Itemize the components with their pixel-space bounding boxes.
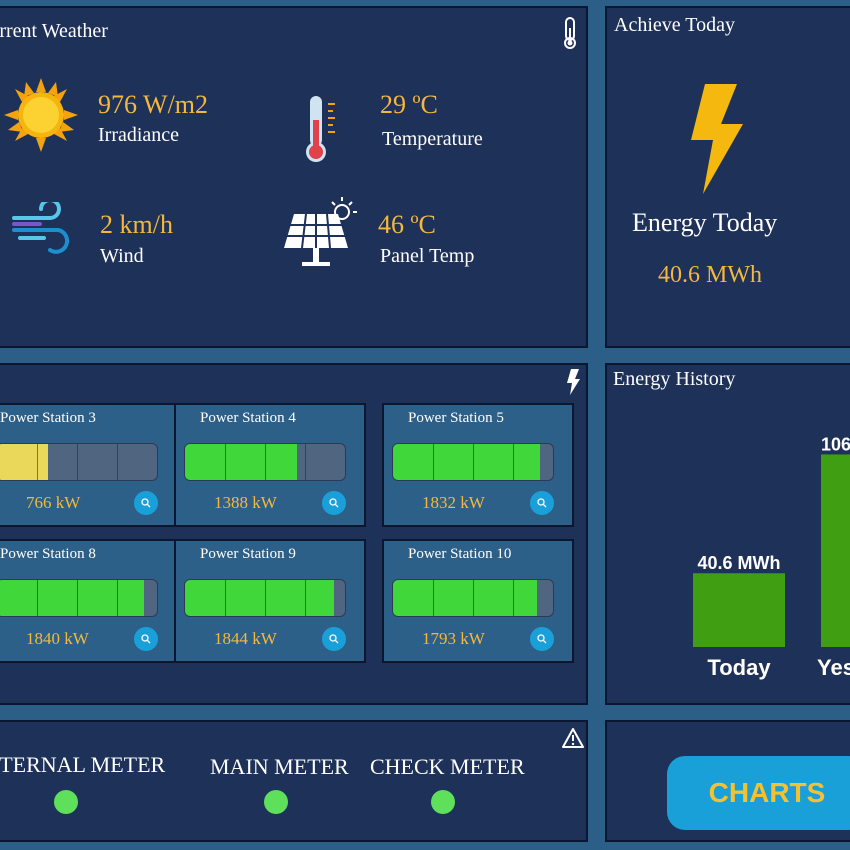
station-power-value: 1844 kW [214,629,277,648]
lightning-icon [691,84,743,194]
panel-temp-label: Panel Temp [380,245,475,267]
achieve-panel: Achieve Today Energy Today 40.6 MWh [605,6,850,348]
station-search-icon[interactable] [322,491,346,515]
station-bar-divider [513,580,514,616]
station-level-bar [0,443,158,481]
station-card[interactable]: Power Station 9 1844 kW [174,539,366,663]
history-tick-label: Today [707,655,771,680]
station-bar-divider [265,444,266,480]
station-level-fill [393,580,537,616]
station-bar-divider [225,444,226,480]
stations-panel: Power Station 3 766 kW Power Station 4 1388… [0,363,588,705]
station-card[interactable]: Power Station 8 1840 kW [0,539,178,663]
station-card[interactable]: Power Station 3 766 kW [0,403,178,527]
achieve-title: Achieve Today [614,14,735,36]
meter-label: INTERNAL METER [0,752,166,777]
energy-today-value: 40.6 MWh [658,262,762,288]
station-search-icon[interactable] [134,491,158,515]
meter-label: MAIN METER [210,754,349,779]
station-bar-divider [77,444,78,480]
station-bar-divider [265,580,266,616]
sun-icon [4,78,78,152]
station-power-value: 1840 kW [26,629,89,648]
station-bar-divider [473,580,474,616]
station-name: Power Station 9 [200,546,296,562]
wind-icon [12,202,70,254]
meters-panel: INTERNAL METER MAIN METER CHECK METER [0,720,588,842]
irradiance-value: 976 W/m2 [98,90,209,119]
lightning-icon [567,369,580,395]
station-name: Power Station 5 [408,410,504,426]
history-data-label: 106. [821,434,850,454]
station-bar-divider [37,444,38,480]
charts-panel: CHARTS [605,720,850,842]
station-power-value: 1388 kW [214,493,277,512]
station-bar-divider [433,444,434,480]
history-panel: Energy History 40.6 MWhToday106.Yes [605,363,850,705]
warning-icon [562,728,584,748]
station-bar-divider [305,580,306,616]
station-level-bar [184,443,346,481]
station-level-fill [185,580,334,616]
station-level-fill [393,444,541,480]
weather-title: Current Weather [0,20,108,42]
station-card[interactable]: Power Station 10 1793 kW [382,539,574,663]
station-bar-divider [37,580,38,616]
station-bar-divider [513,444,514,480]
temperature-label: Temperature [382,128,483,150]
station-bar-divider [433,580,434,616]
station-level-bar [392,443,554,481]
station-name: Power Station 10 [408,546,512,562]
temperature-thermometer-icon [306,96,335,162]
thermometer-icon [564,17,576,49]
station-name: Power Station 4 [200,410,296,426]
station-bar-divider [305,444,306,480]
weather-panel: Current Weather 976 W/m2 Irradiance [0,6,588,348]
station-power-value: 1832 kW [422,493,485,512]
station-level-bar [392,579,554,617]
station-bar-divider [77,580,78,616]
station-search-icon[interactable] [134,627,158,651]
charts-button[interactable]: CHARTS [667,756,850,830]
wind-label: Wind [100,245,144,267]
station-card[interactable]: Power Station 5 1832 kW [382,403,574,527]
history-bar [821,454,850,647]
station-name: Power Station 3 [0,410,96,426]
station-level-fill [185,444,297,480]
station-power-value: 1793 kW [422,629,485,648]
solar-panel-icon [284,197,357,266]
station-level-fill [0,580,145,616]
history-bar [693,573,785,647]
station-bar-divider [117,444,118,480]
station-level-fill [0,444,49,480]
station-power-value: 766 kW [26,493,81,512]
station-level-bar [0,579,158,617]
wind-value: 2 km/h [100,210,173,239]
station-search-icon[interactable] [530,627,554,651]
station-card[interactable]: Power Station 4 1388 kW [174,403,366,527]
history-chart: 40.6 MWh Today 106. Yes [693,434,850,680]
energy-today-label: Energy Today [632,208,778,237]
station-bar-divider [225,580,226,616]
meter-status-indicator [431,790,455,814]
station-bar-divider [117,580,118,616]
meter-status-indicator [54,790,78,814]
history-data-label: 40.6 MWh [697,553,780,573]
history-tick-label: Yes [817,655,850,680]
temperature-value: 29 ºC [380,90,438,119]
station-name: Power Station 8 [0,546,96,562]
station-search-icon[interactable] [530,491,554,515]
station-bar-divider [473,444,474,480]
station-level-bar [184,579,346,617]
meter-status-indicator [264,790,288,814]
meter-label: CHECK METER [370,754,525,779]
station-search-icon[interactable] [322,627,346,651]
panel-temp-value: 46 ºC [378,210,436,239]
irradiance-label: Irradiance [98,124,180,146]
